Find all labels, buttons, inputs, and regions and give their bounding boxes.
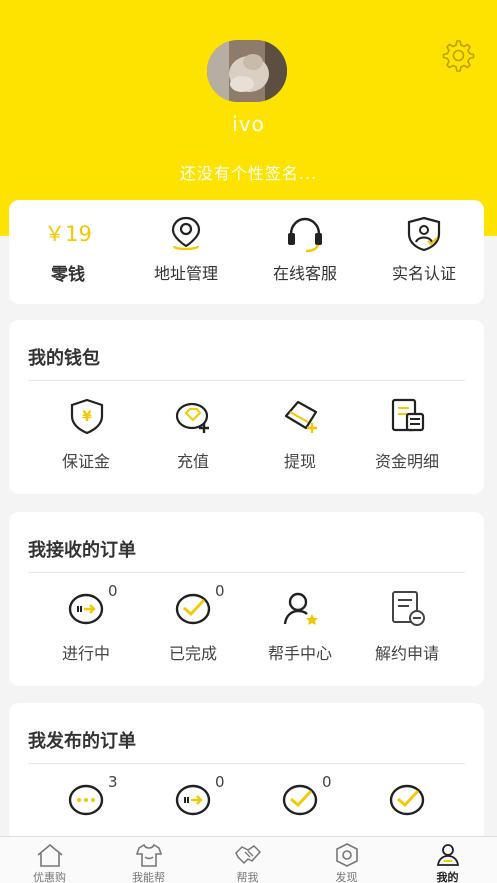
tab-label: 我的 [436, 871, 459, 883]
received-completed-count: 0 [215, 582, 225, 600]
divider [28, 763, 465, 764]
divider [28, 572, 465, 573]
wallet-card: 我的钱包 ¥ 保证金 充值 提现 资金明细 [9, 320, 484, 494]
quick-actions-card: ￥19 零钱 地址管理 在线客服 实名认证 [9, 200, 484, 304]
address-management[interactable]: 地址管理 [127, 200, 245, 304]
headset-icon [288, 217, 322, 253]
recharge-label: 充值 [176, 452, 209, 471]
received-in-progress-label: 进行中 [61, 644, 110, 663]
handshake-icon [235, 845, 262, 865]
clear-cache-icon [389, 784, 425, 816]
wallet-title: 我的钱包 [28, 348, 100, 369]
withdraw-card-icon [284, 400, 318, 433]
withdraw-button[interactable]: 提现 [245, 396, 355, 486]
avatar[interactable] [207, 40, 287, 102]
in-progress-icon [68, 593, 104, 625]
tab-label: 优惠购 [33, 871, 66, 883]
tab-label: 帮我 [236, 871, 259, 883]
helper-center-icon [283, 592, 318, 625]
helper-center-label: 帮手中心 [267, 644, 332, 663]
cancel-request-label: 解约申请 [374, 644, 439, 663]
fund-details-button[interactable]: 资金明细 [352, 396, 462, 486]
username: ivo [232, 112, 265, 136]
gear-icon[interactable] [439, 36, 475, 72]
received-orders-card: 我接收的订单 0 进行中 0 已完成 帮手中心 解约申请 [9, 512, 484, 686]
received-completed[interactable]: 0 已完成 [138, 582, 248, 678]
completed-check-icon [282, 784, 318, 816]
cancel-request-icon [392, 591, 425, 626]
svg-text:¥: ¥ [82, 409, 92, 425]
all-orders-icon [68, 784, 104, 816]
shield-id-icon [407, 216, 441, 252]
address-label: 地址管理 [153, 264, 218, 283]
online-service[interactable]: 在线客服 [246, 200, 364, 304]
completed-check-icon [175, 593, 211, 625]
tab-discover[interactable]: 发现 [297, 837, 396, 883]
ledger-icon [391, 398, 425, 432]
change-balance[interactable]: ￥19 零钱 [9, 200, 127, 304]
service-label: 在线客服 [272, 264, 337, 283]
auth-label: 实名认证 [391, 264, 456, 283]
location-pin-icon [171, 216, 201, 251]
user-icon [436, 844, 460, 866]
home-icon [37, 843, 63, 867]
withdraw-label: 提现 [283, 452, 316, 471]
published-completed-count: 0 [322, 773, 332, 791]
recharge-button[interactable]: 充值 [138, 396, 248, 486]
tab-mine[interactable]: 我的 [398, 837, 497, 883]
published-all-count: 3 [108, 773, 118, 791]
deposit-label: 保证金 [61, 452, 110, 471]
received-in-progress[interactable]: 0 进行中 [31, 582, 141, 678]
deposit-button[interactable]: ¥ 保证金 [31, 396, 141, 486]
helper-center[interactable]: 帮手中心 [245, 588, 355, 678]
bottom-tab-bar: 优惠购 我能帮 帮我 发现 我的 [0, 836, 497, 883]
real-name-auth[interactable]: 实名认证 [365, 200, 483, 304]
tab-label: 我能帮 [132, 871, 165, 883]
deposit-shield-icon: ¥ [70, 398, 104, 435]
published-orders-card: 我发布的订单 3 全部 0 进行中 0 已完成 清除缓存 [9, 703, 484, 854]
shirt-icon [135, 843, 163, 867]
divider [28, 380, 465, 381]
tab-can-help[interactable]: 我能帮 [99, 837, 198, 883]
tab-discount-shop[interactable]: 优惠购 [0, 837, 99, 883]
received-in-progress-count: 0 [108, 582, 118, 600]
received-title: 我接收的订单 [28, 540, 136, 561]
balance-label: 零钱 [51, 265, 85, 285]
hexagon-icon [336, 843, 358, 867]
cancel-request[interactable]: 解约申请 [352, 588, 462, 678]
published-title: 我发布的订单 [28, 731, 136, 752]
fund-details-label: 资金明细 [374, 452, 439, 471]
balance-value: ￥19 [44, 222, 92, 246]
recharge-diamond-icon [175, 402, 209, 433]
in-progress-icon [175, 784, 211, 816]
tab-help-me[interactable]: 帮我 [198, 837, 297, 883]
tab-label: 发现 [335, 871, 358, 883]
signature[interactable]: 还没有个性签名... [0, 160, 497, 184]
received-completed-label: 已完成 [168, 644, 217, 663]
published-in-progress-count: 0 [215, 773, 225, 791]
